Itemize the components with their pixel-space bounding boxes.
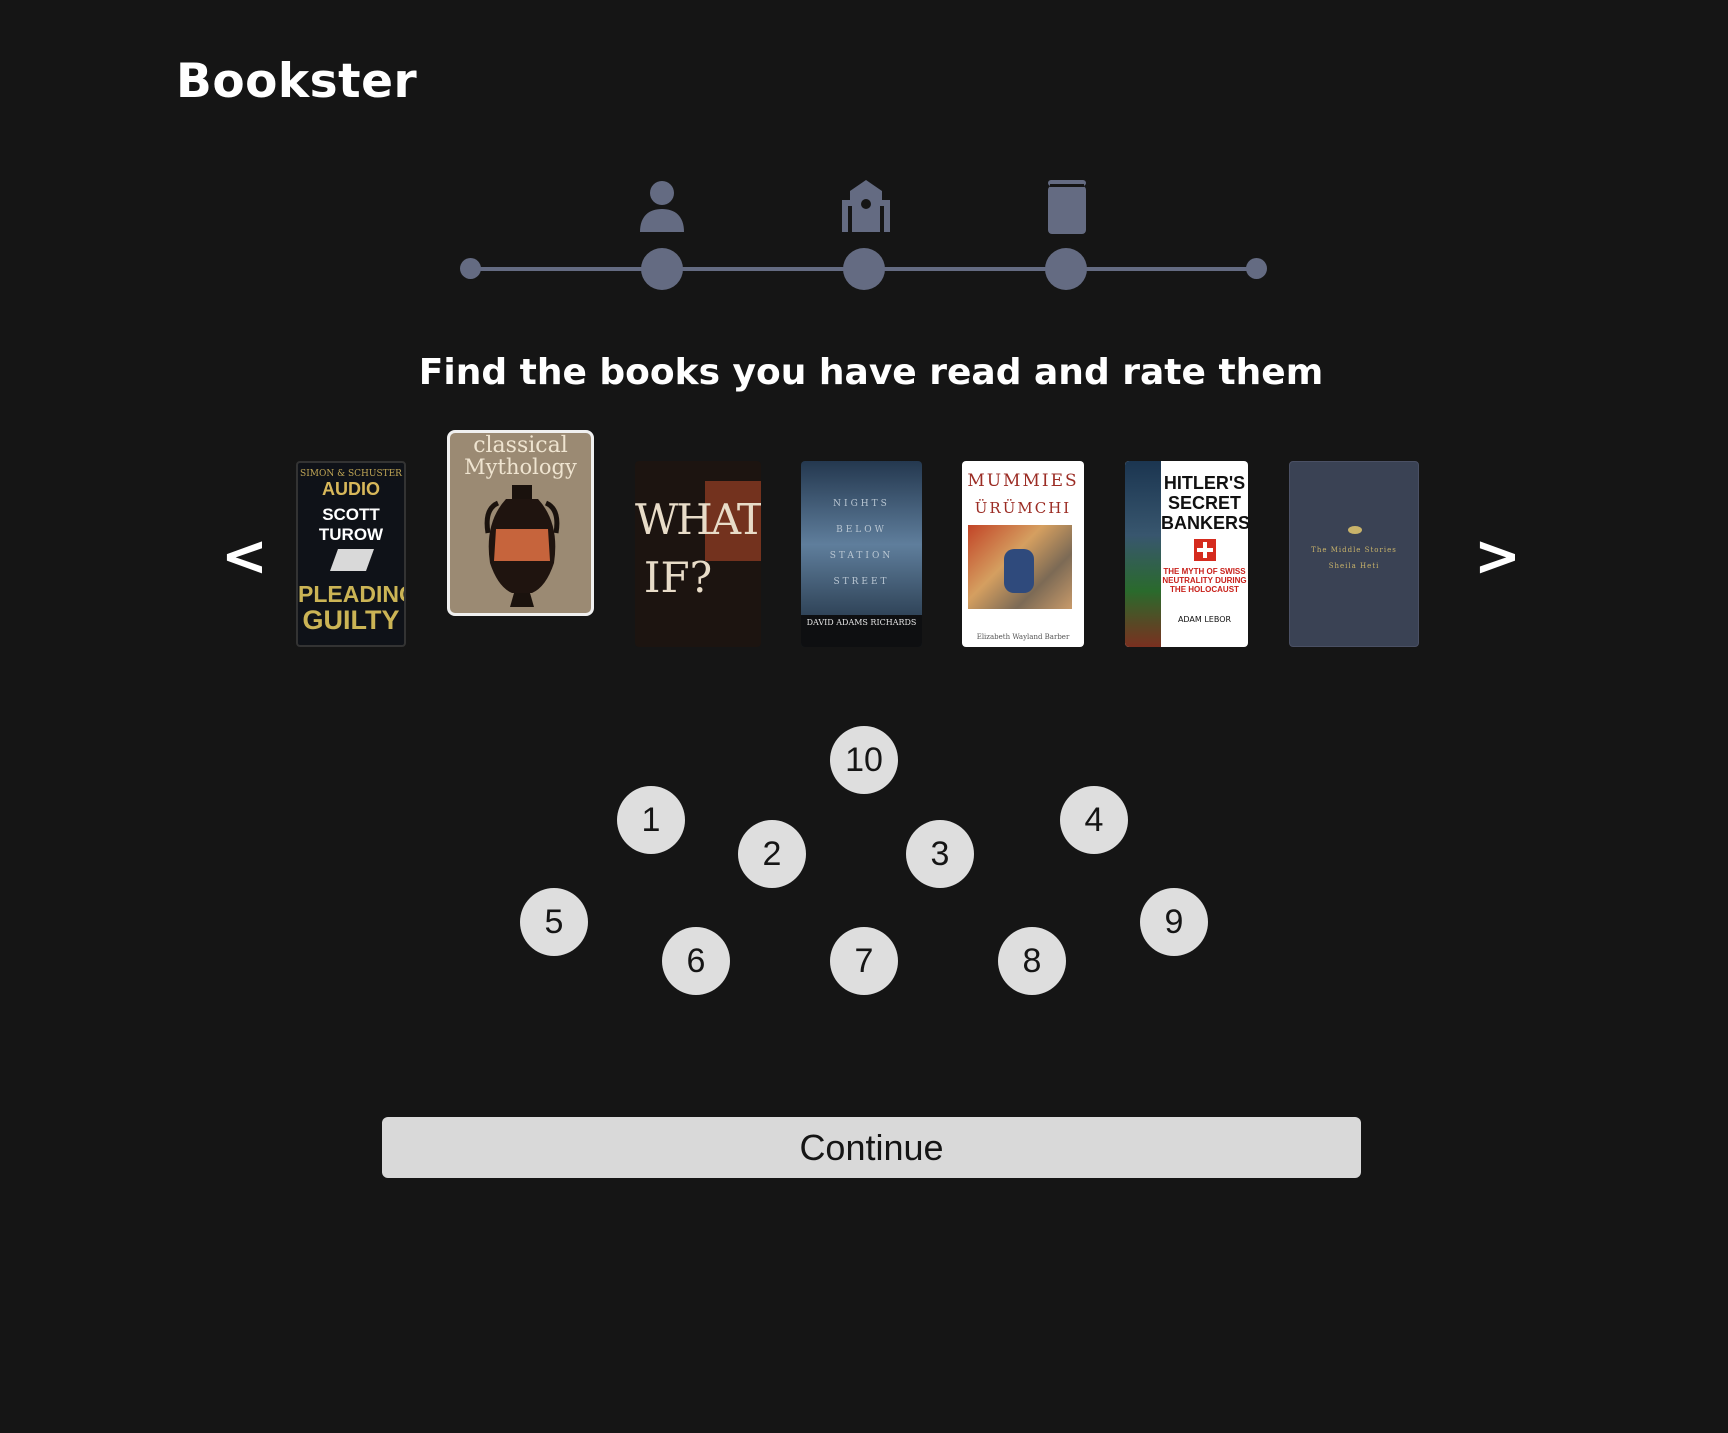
swiss-flag-icon <box>1194 539 1216 561</box>
stepper-step-3-dot <box>1045 248 1087 290</box>
progress-stepper <box>0 0 1728 320</box>
rating-9-button[interactable]: 9 <box>1140 888 1208 956</box>
book-cover-hitlers-secret-bankers[interactable]: HITLER'S SECRET BANKERS THE MYTH OF SWIS… <box>1125 461 1248 647</box>
book-cover-pleading-guilty[interactable]: SIMON & SCHUSTER AUDIO SCOTT TUROW PLEAD… <box>296 461 406 647</box>
book-cover-what-if[interactable]: WHAT IF? <box>635 461 761 647</box>
carousel-next-button[interactable]: > <box>1474 523 1521 591</box>
user-icon <box>634 178 690 234</box>
rating-1-button[interactable]: 1 <box>617 786 685 854</box>
book-cover-nights-below-station-street[interactable]: NIGHTS BELOW STATION STREET DAVID ADAMS … <box>801 461 922 647</box>
onboarding-page: Bookster Find the books you have read an… <box>0 0 1728 1433</box>
rating-5-button[interactable]: 5 <box>520 888 588 956</box>
carousel-prev-button[interactable]: < <box>221 523 268 591</box>
stepper-step-1-dot <box>641 248 683 290</box>
rating-8-button[interactable]: 8 <box>998 927 1066 995</box>
stepper-end-dot <box>1246 258 1267 279</box>
book-cover-mummies-of-urumchi[interactable]: MUMMIES ÜRÜMCHI Elizabeth Wayland Barber <box>962 461 1084 647</box>
school-icon <box>838 178 894 234</box>
rating-6-button[interactable]: 6 <box>662 927 730 995</box>
stepper-start-dot <box>460 258 481 279</box>
stepper-step-2-dot <box>843 248 885 290</box>
book-icon <box>1038 178 1094 234</box>
book-cover-classical-mythology[interactable]: classical Mythology <box>447 430 594 616</box>
page-heading: Find the books you have read and rate th… <box>418 352 1324 393</box>
continue-button[interactable]: Continue <box>382 1117 1361 1178</box>
book-cover-the-middle-stories[interactable]: The Middle Stories Sheila Heti <box>1289 461 1419 647</box>
ornament-icon <box>1348 526 1362 534</box>
amphora-icon <box>484 485 560 607</box>
rating-3-button[interactable]: 3 <box>906 820 974 888</box>
rating-4-button[interactable]: 4 <box>1060 786 1128 854</box>
rating-7-button[interactable]: 7 <box>830 927 898 995</box>
rating-10-button[interactable]: 10 <box>830 726 898 794</box>
rating-2-button[interactable]: 2 <box>738 820 806 888</box>
